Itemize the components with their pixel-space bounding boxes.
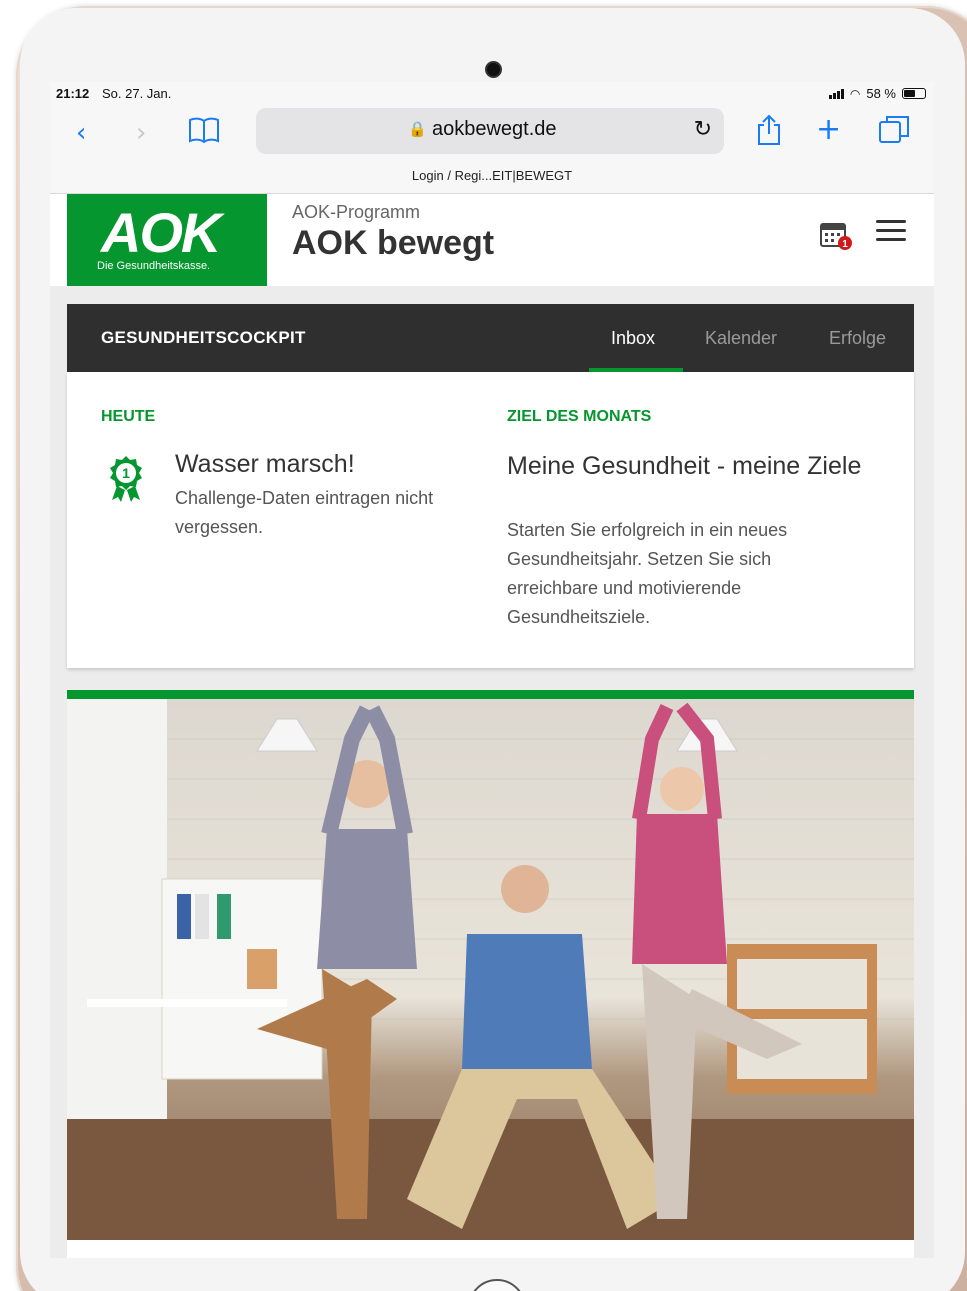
battery-icon [902,88,926,99]
goal-label: ZIEL DES MONATS [507,408,652,425]
share-icon[interactable] [756,114,782,153]
screen: 21:12 So. 27. Jan. ◠ 58 % ‹ › 🔒 aokbeweg… [50,82,934,1258]
page-title-caption: Login / Regi...EIT|BEWEGT [411,168,573,183]
bookmarks-icon[interactable] [188,116,220,151]
aok-logo-text: AOK [101,201,221,264]
award-badge-icon: 1 [107,454,145,504]
forward-icon[interactable]: › [136,118,146,148]
hero-accent-bar [67,690,914,699]
tabs-overview-icon[interactable] [878,114,910,151]
badge-number: 1 [122,465,130,481]
reload-icon[interactable]: ↻ [694,116,712,142]
hero-teaser[interactable] [67,690,914,1240]
hero-photo-illustration [67,699,914,1240]
status-indicators: ◠ 58 % [828,86,926,101]
tab-kalender[interactable]: Kalender [705,328,777,349]
signal-icon [828,88,844,99]
back-icon[interactable]: ‹ [76,118,86,148]
tab-erfolge[interactable]: Erfolge [829,328,886,349]
cockpit-nav-bar: GESUNDHEITSCOCKPIT Inbox Kalender Erfolg… [67,304,914,372]
new-tab-icon[interactable]: + [816,112,841,147]
lock-icon: 🔒 [408,121,427,138]
address-bar[interactable]: 🔒 aokbewegt.de ↻ [256,108,724,154]
front-camera [487,63,500,76]
hero-photo-yoga-group [67,699,914,1240]
site-header: AOK Die Gesundheitskasse. AOK-Programm A… [50,194,934,286]
hamburger-menu-icon[interactable] [876,220,906,242]
goal-description: Starten Sie erfolgreich in ein neues Ges… [507,520,788,627]
aok-logo[interactable]: AOK Die Gesundheitskasse. [67,194,267,286]
cockpit-title: GESUNDHEITSCOCKPIT [101,328,306,347]
tab-inbox[interactable]: Inbox [611,328,655,349]
wifi-icon: ◠ [849,86,861,101]
status-date: So. 27. Jan. [102,86,172,101]
browser-chrome: 21:12 So. 27. Jan. ◠ 58 % ‹ › 🔒 aokbeweg… [50,82,934,194]
aok-logo-subtitle: Die Gesundheitskasse. [97,260,211,272]
health-cockpit: GESUNDHEITSCOCKPIT Inbox Kalender Erfolg… [67,304,914,668]
next-card-edge [67,1240,914,1258]
calendar-icon[interactable]: 1 [820,220,852,250]
battery-percent: 58 % [866,86,896,101]
url-text: aokbewegt.de [432,118,557,140]
calendar-badge: 1 [842,239,848,250]
today-description: Challenge-Daten eintragen nicht vergesse… [175,488,434,537]
goal-title[interactable]: Meine Gesundheit - meine Ziele [507,450,887,483]
program-title: AOK bewegt [292,224,495,262]
status-bar: 21:12 So. 27. Jan. ◠ 58 % [50,86,934,102]
today-label: HEUTE [101,408,156,425]
cockpit-inbox-panel: HEUTE 1 Wasser marsch! Challenge-Daten e… [67,372,914,668]
today-title[interactable]: Wasser marsch! [175,450,355,479]
status-time: 21:12 [56,86,90,101]
program-label: AOK-Programm [292,202,421,222]
